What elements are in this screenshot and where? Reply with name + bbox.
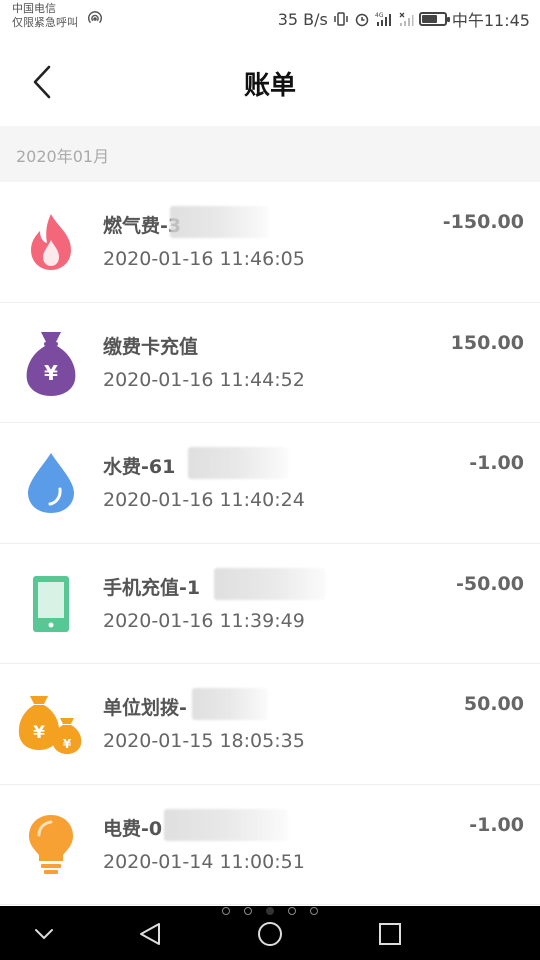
- bill-item[interactable]: 电费-0 2020-01-14 11:00:51 -1.00: [0, 784, 540, 905]
- net-speed: 35 B/s: [277, 9, 328, 29]
- bill-name: 电费-0: [103, 817, 163, 840]
- month-section-header: 2020年01月: [0, 126, 540, 182]
- battery-level: [421, 15, 438, 23]
- privacy-blur: [164, 808, 288, 841]
- emergency-only-label: 仅限紧急呼叫: [12, 16, 78, 29]
- bill-time: 2020-01-16 11:44:52: [103, 368, 305, 391]
- bill-name: 缴费卡充值: [103, 335, 199, 358]
- page-dot: [222, 907, 230, 915]
- money-bag-icon: ¥: [20, 331, 82, 396]
- bill-amount: 150.00: [450, 331, 524, 354]
- bill-time: 2020-01-15 18:05:35: [103, 730, 305, 752]
- signal-4g-icon: 4G: [375, 12, 391, 26]
- bill-name: 水费-61: [103, 456, 176, 478]
- bill-name: 单位划拨-: [103, 697, 187, 719]
- page-dot: [288, 907, 296, 915]
- bill-time: 2020-01-16 11:40:24: [103, 489, 305, 511]
- fire-icon: [20, 210, 82, 274]
- privacy-blur: [192, 688, 268, 720]
- page-title: 账单: [243, 71, 296, 101]
- carrier-name: 中国电信: [12, 2, 56, 15]
- svg-text:4G: 4G: [375, 12, 384, 19]
- nav-recents-button[interactable]: [376, 920, 404, 948]
- hotspot-icon: [88, 11, 102, 24]
- carrier-info: 中国电信 仅限紧急呼叫: [12, 2, 78, 30]
- alarm-icon: [355, 13, 369, 27]
- bill-item[interactable]: ¥ 缴费卡充值 2020-01-16 11:44:52 150.00: [0, 302, 540, 423]
- bill-time: 2020-01-16 11:39:49: [103, 609, 305, 632]
- page-indicator: [0, 904, 540, 918]
- bill-amount: 50.00: [463, 693, 524, 715]
- nav-home-button[interactable]: [256, 920, 284, 948]
- phone-icon: [20, 572, 82, 636]
- page-dot: [310, 907, 318, 915]
- svg-text:¥: ¥: [44, 361, 58, 385]
- nav-back-button[interactable]: [136, 920, 164, 948]
- bill-item[interactable]: 手机充值-1 2020-01-16 11:39:49 -50.00: [0, 543, 540, 664]
- bill-time: 2020-01-16 11:46:05: [103, 248, 305, 270]
- bill-name: 手机充值-1: [103, 576, 201, 599]
- month-label: 2020年01月: [16, 147, 110, 166]
- privacy-blur: [188, 447, 288, 479]
- clock: 中午11:45: [451, 11, 530, 30]
- bill-amount: -50.00: [456, 572, 524, 595]
- triangle-back-icon: [140, 923, 160, 945]
- status-bar: 中国电信 仅限紧急呼叫 35 B/s 4G 中午11:45: [0, 0, 540, 40]
- chevron-down-icon: [35, 929, 53, 940]
- status-icons: 35 B/s 4G 中午11:45: [277, 8, 530, 31]
- square-recents-icon: [379, 923, 401, 945]
- bill-item[interactable]: 燃气费-3 2020-01-16 11:46:05 -150.00: [0, 182, 540, 303]
- top-app-bar: 账单: [0, 40, 540, 126]
- circle-home-icon: [258, 922, 282, 946]
- coin-bags-icon: ¥ ¥: [16, 692, 84, 756]
- bill-item[interactable]: 水费-61 2020-01-16 11:40:24 -1.00: [0, 423, 540, 544]
- bill-amount: -1.00: [469, 813, 524, 836]
- lightbulb-icon: [20, 813, 82, 877]
- battery-icon: [418, 12, 450, 26]
- no-signal-icon: [399, 12, 414, 26]
- svg-text:¥: ¥: [33, 723, 45, 743]
- vibrate-icon: [334, 12, 348, 26]
- privacy-blur: [170, 206, 268, 238]
- bill-time: 2020-01-14 11:00:51: [103, 850, 305, 873]
- svg-text:¥: ¥: [63, 737, 72, 751]
- bill-amount: -150.00: [442, 211, 524, 233]
- bill-item[interactable]: ¥ ¥ 单位划拨- 2020-01-15 18:05:35 50.00: [0, 664, 540, 785]
- page-dot: [244, 907, 252, 915]
- privacy-blur: [214, 567, 326, 600]
- bill-amount: -1.00: [469, 452, 524, 474]
- water-drop-icon: [20, 451, 82, 515]
- page-dot: [266, 907, 274, 915]
- bill-list: 燃气费-3 2020-01-16 11:46:05 -150.00 ¥ 缴费卡充…: [0, 182, 540, 905]
- nav-collapse-button[interactable]: [30, 920, 58, 948]
